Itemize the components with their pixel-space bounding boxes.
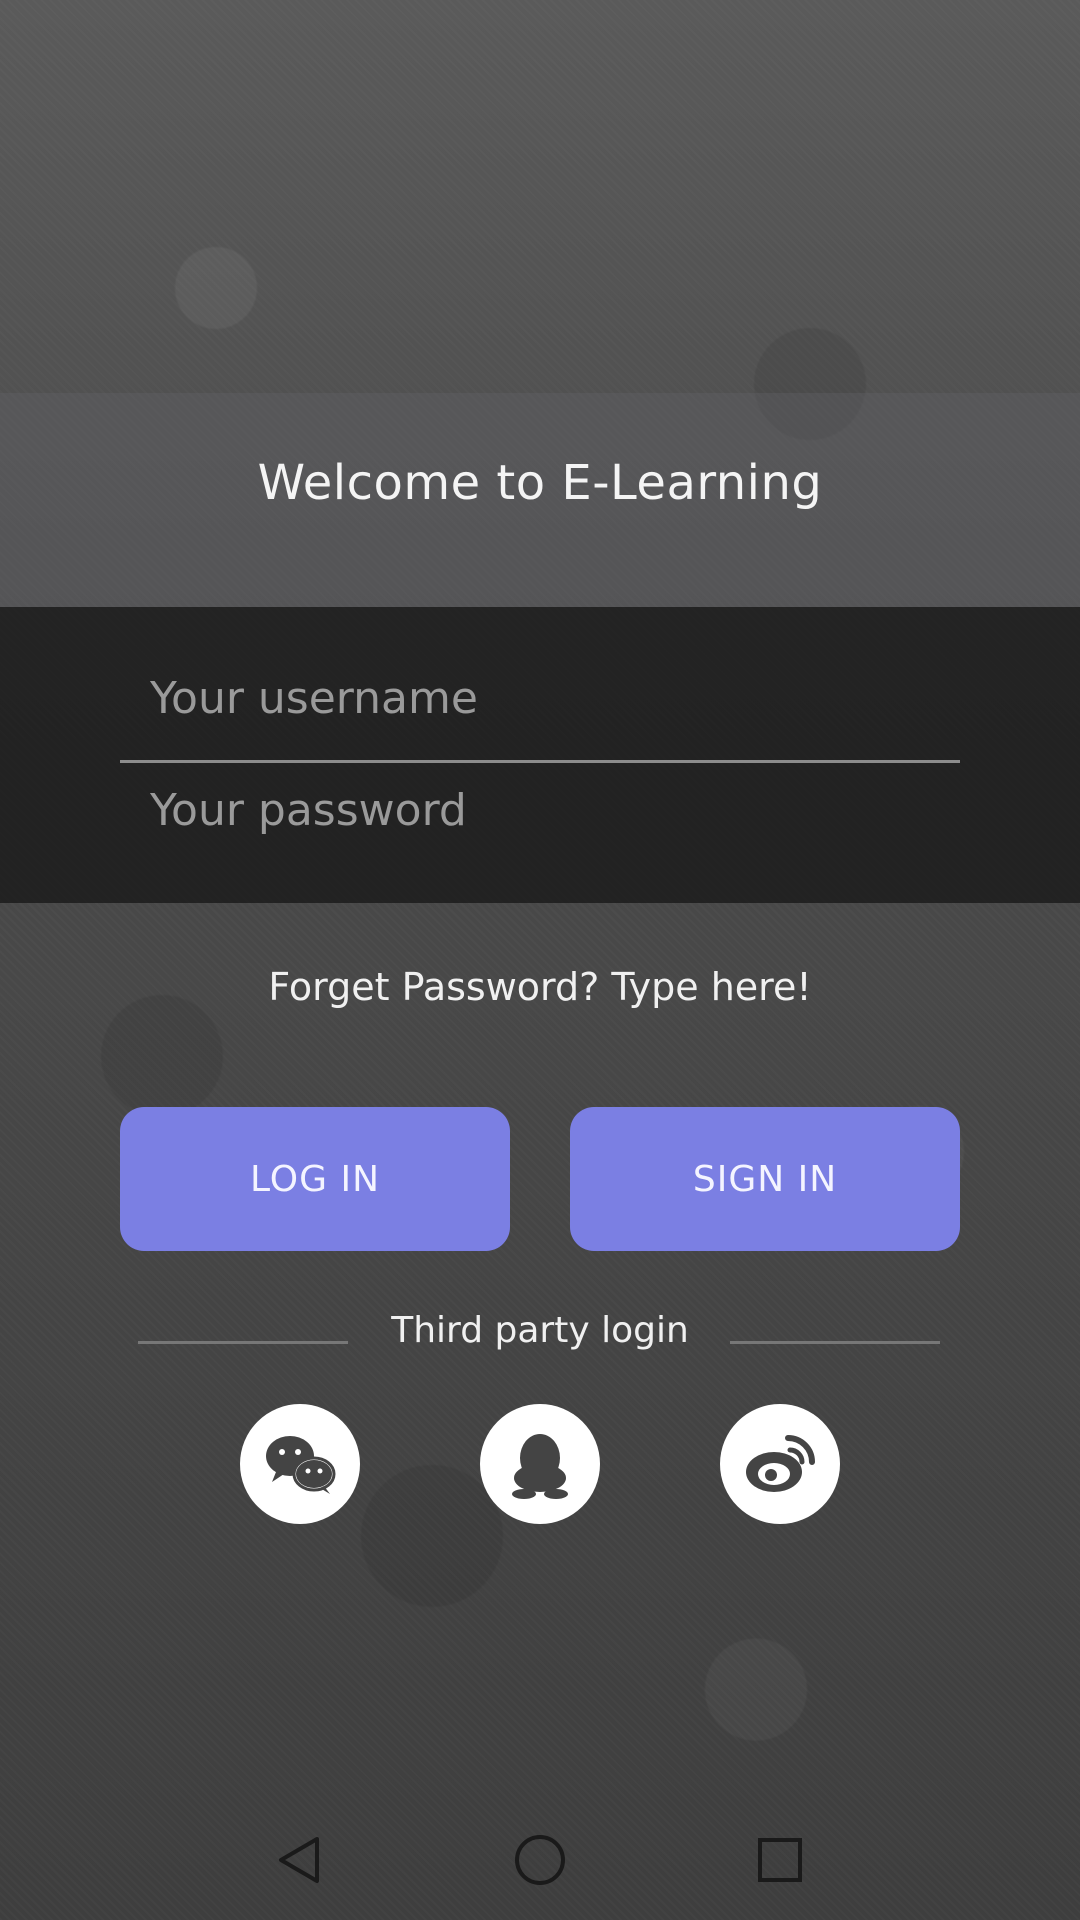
home-icon bbox=[515, 1835, 565, 1885]
forget-password-link[interactable]: Forget Password? Type here! bbox=[0, 965, 1080, 1009]
password-input[interactable] bbox=[120, 783, 960, 837]
wechat-icon bbox=[266, 1436, 336, 1494]
login-form bbox=[0, 607, 1080, 903]
third-party-divider-right bbox=[730, 1341, 940, 1344]
wechat-login-button[interactable] bbox=[240, 1404, 360, 1524]
username-field-container bbox=[120, 653, 960, 743]
page-title: Welcome to E-Learning bbox=[257, 455, 823, 511]
weibo-icon bbox=[746, 1435, 815, 1492]
nav-back-button[interactable] bbox=[270, 1830, 330, 1890]
patterned-background bbox=[0, 0, 1080, 1920]
qq-login-button[interactable] bbox=[480, 1404, 600, 1524]
third-party-label: Third party login bbox=[391, 1310, 689, 1351]
back-icon bbox=[279, 1837, 319, 1883]
password-field-container bbox=[120, 765, 960, 855]
field-divider bbox=[120, 760, 960, 763]
recent-apps-icon bbox=[758, 1838, 802, 1882]
nav-home-button[interactable] bbox=[510, 1830, 570, 1890]
qq-icon bbox=[512, 1434, 568, 1499]
username-input[interactable] bbox=[120, 671, 960, 725]
weibo-login-button[interactable] bbox=[720, 1404, 840, 1524]
login-button[interactable]: LOG IN bbox=[120, 1107, 510, 1251]
system-navigation-bar bbox=[0, 1800, 1080, 1920]
nav-recent-apps-button[interactable] bbox=[750, 1830, 810, 1890]
signin-button[interactable]: SIGN IN bbox=[570, 1107, 960, 1251]
